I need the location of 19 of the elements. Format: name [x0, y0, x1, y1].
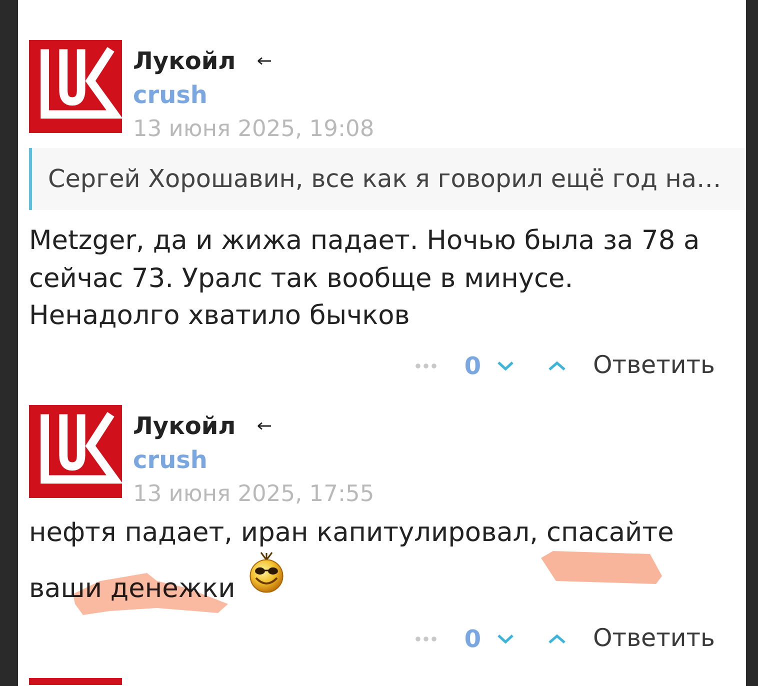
left-arrow-icon [256, 422, 271, 430]
author-name: Лукойл [133, 46, 236, 77]
quote-text: Сергей Хорошавин, все как я говорил ещё год на… [48, 163, 722, 196]
author-name: Лукойл [133, 410, 236, 442]
vote-score: 0 [464, 624, 482, 654]
comment-text: нефтя падает, иран капитулировал, спасайте ваши денежки [29, 516, 674, 604]
reply-link[interactable]: Ответить [593, 347, 715, 384]
more-icon[interactable] [415, 362, 438, 368]
post-date: 13 июня 2025, 19:08 [133, 115, 374, 144]
reply-link[interactable]: Ответить [593, 620, 715, 657]
chevron-down-icon[interactable] [497, 360, 514, 370]
more-icon[interactable] [415, 636, 438, 642]
chevron-up-icon[interactable] [548, 634, 566, 644]
chevron-up-icon[interactable] [548, 360, 566, 370]
vote-score: 0 [464, 350, 482, 382]
post-date: 13 июня 2025, 17:55 [133, 480, 374, 508]
comment-text: Metzger, да и жижа падает. Ночью была за 78 а сейчас 73. Уралс так вообще в минусе. Ненадолго хватило бычков [29, 225, 700, 331]
chevron-down-icon[interactable] [497, 634, 514, 644]
left-arrow-icon [256, 57, 271, 65]
